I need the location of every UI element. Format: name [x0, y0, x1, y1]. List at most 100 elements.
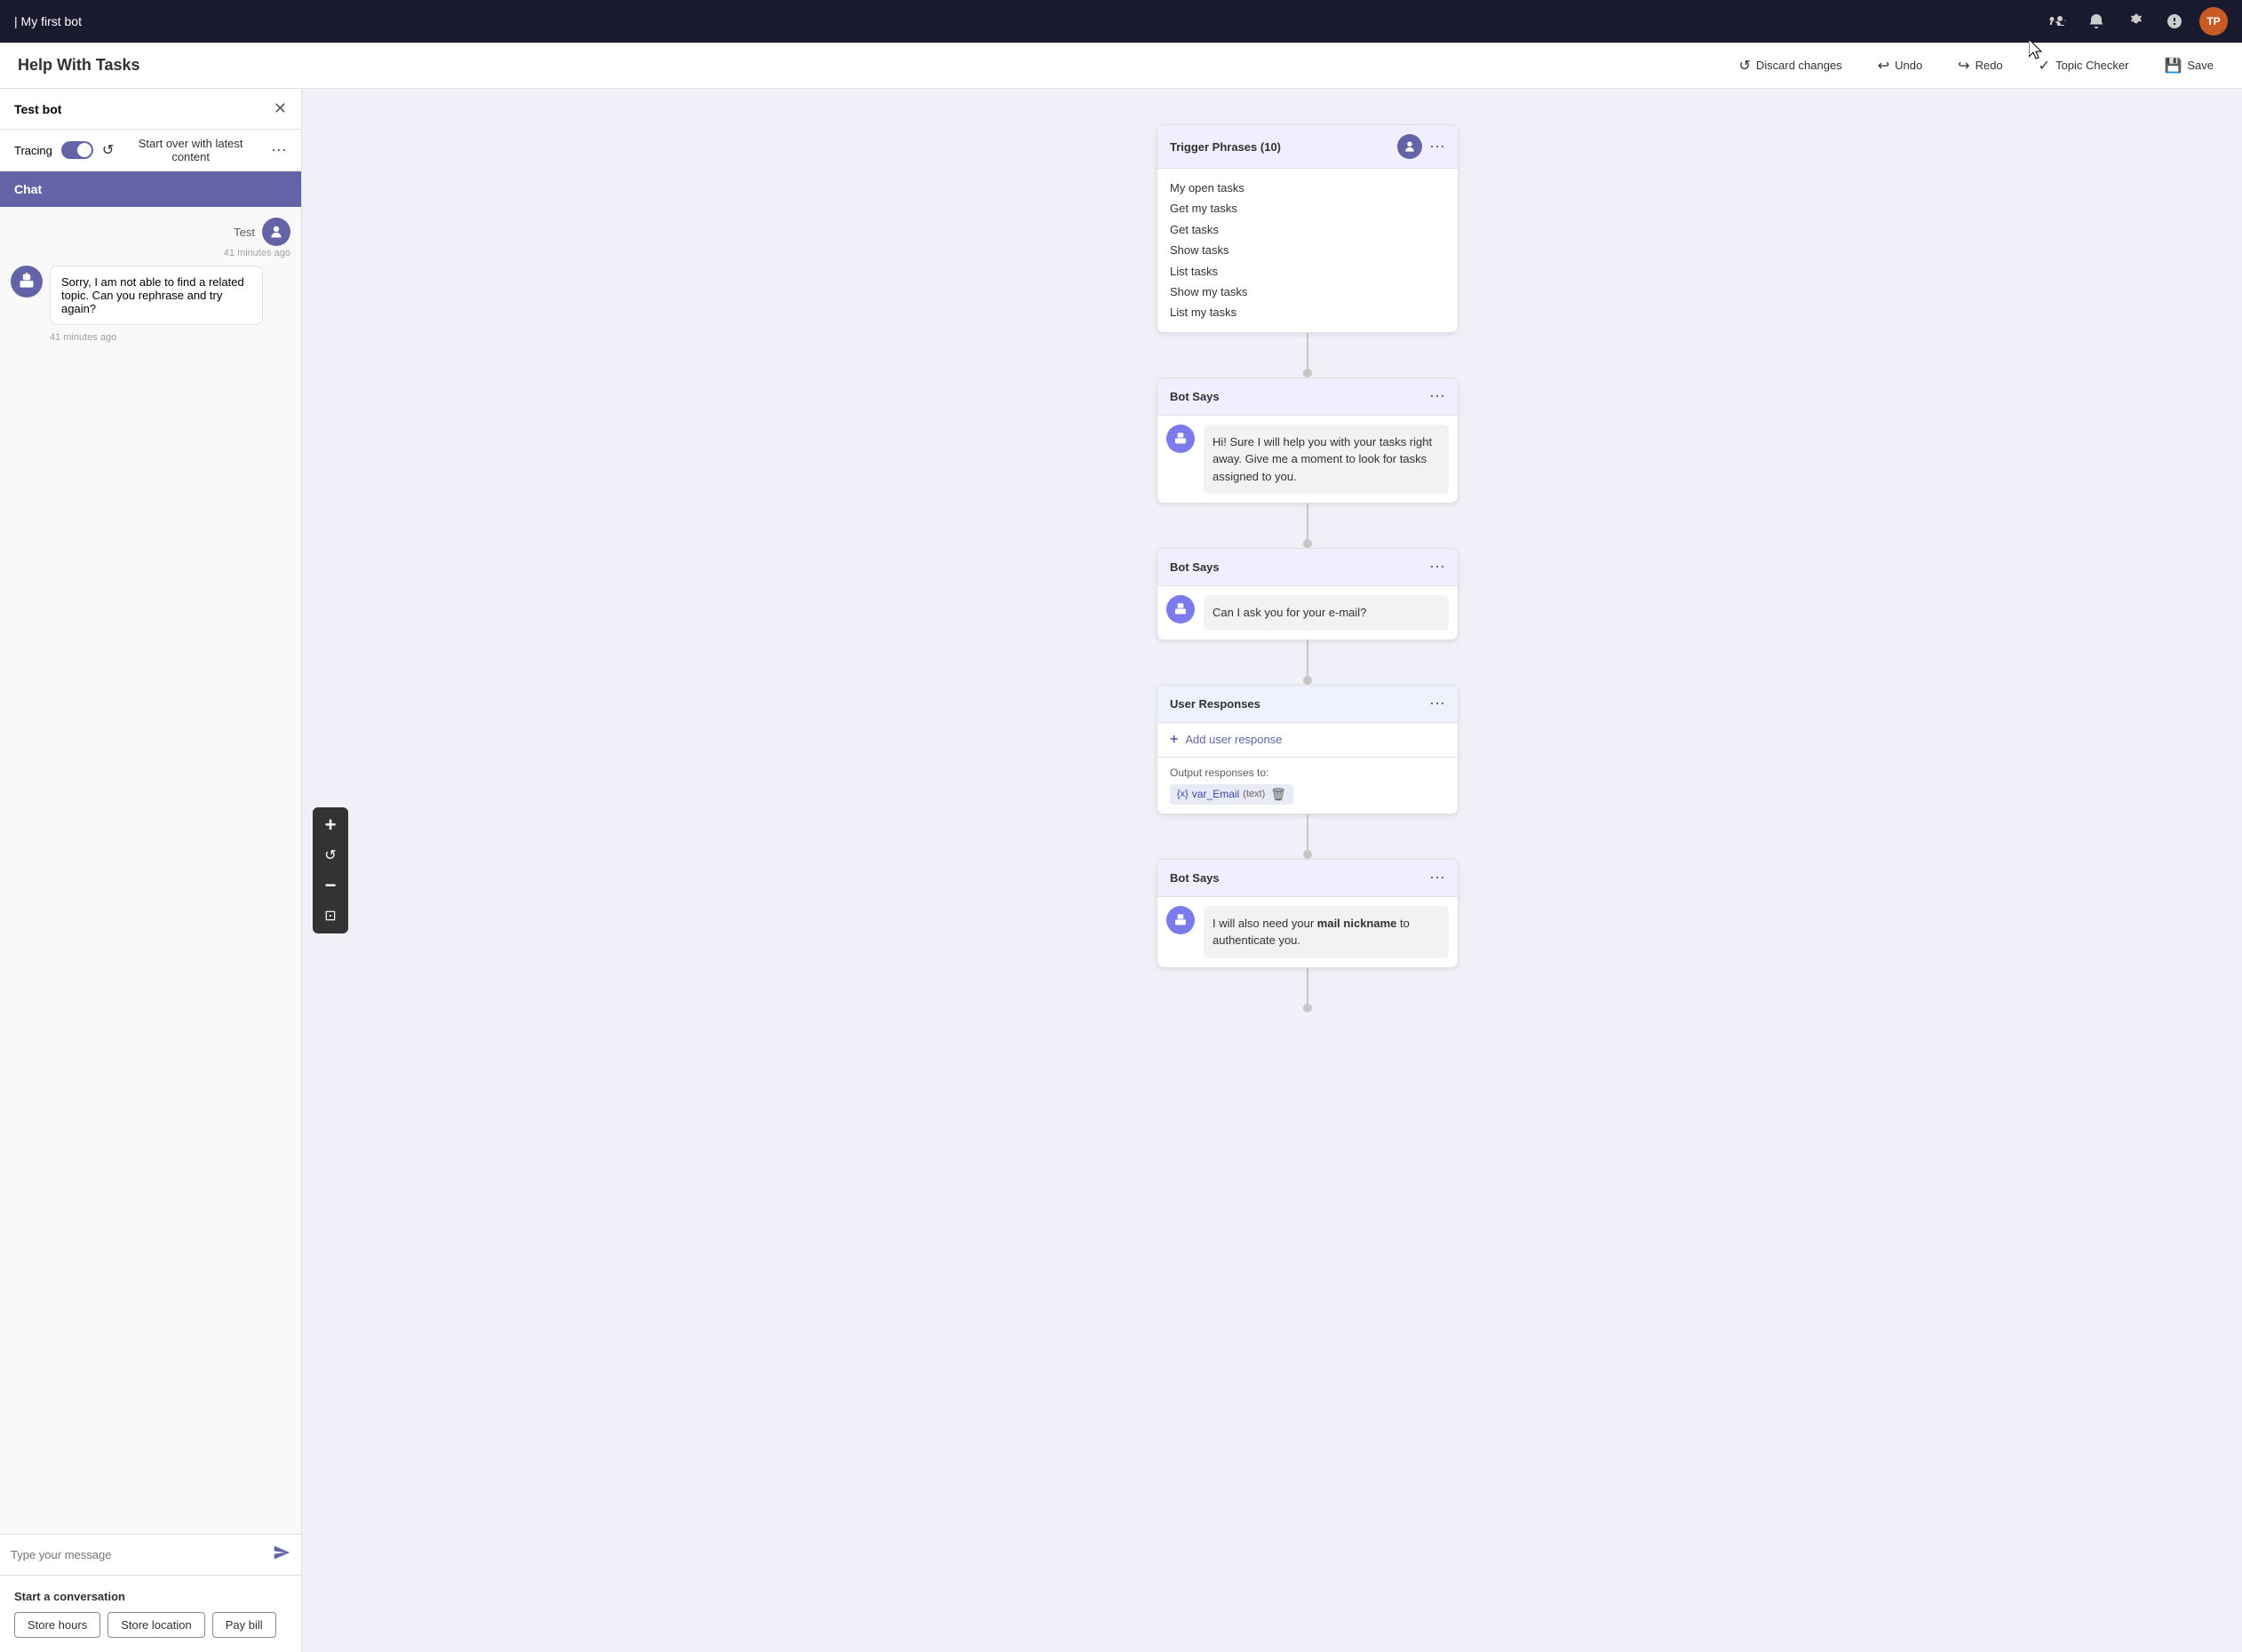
add-user-response-button[interactable]: + Add user response [1157, 723, 1458, 757]
chat-header: Chat [0, 171, 301, 207]
bot-says-node-3: Bot Says ⋯ I will also need your mail ni… [1157, 859, 1459, 968]
sub-header: Help With Tasks ↺ Discard changes ↩ Undo… [0, 43, 2242, 89]
bot-says-2-more-button[interactable]: ⋯ [1429, 558, 1445, 576]
tracing-toggle[interactable] [61, 141, 93, 159]
store-hours-button[interactable]: Store hours [14, 1612, 100, 1638]
bot-says-3-avatar [1166, 906, 1195, 934]
connector-5 [1307, 968, 1308, 1004]
output-section: Output responses to: {x} var_Email (text… [1157, 757, 1458, 814]
chat-message-bot: Sorry, I am not able to find a related t… [11, 266, 290, 325]
bot-message-text: Sorry, I am not able to find a related t… [61, 275, 244, 315]
bot-says-1-avatar [1166, 425, 1195, 453]
user-responses-more-button[interactable]: ⋯ [1429, 695, 1445, 713]
connector-dot-1 [1303, 369, 1312, 377]
save-button[interactable]: 💾 Save [2153, 52, 2224, 80]
list-item: Get my tasks [1170, 198, 1445, 218]
bot-says-2-text: Can I ask you for your e-mail? [1204, 595, 1449, 631]
help-icon[interactable] [2160, 7, 2189, 36]
user-avatar-chat [262, 218, 290, 246]
connector-dot-2 [1303, 539, 1312, 548]
trigger-node-content: My open tasks Get my tasks Get tasks Sho… [1157, 169, 1458, 332]
tracing-bar: Tracing ↺ Start over with latest content… [0, 130, 301, 171]
delete-var-button[interactable]: 🗑 [1270, 787, 1286, 802]
bot-says-3-title: Bot Says [1170, 871, 1220, 885]
tracing-label: Tracing [14, 144, 52, 157]
output-var: {x} var_Email (text) 🗑 [1170, 784, 1293, 805]
zoom-out-button[interactable]: − [316, 871, 345, 900]
chat-area[interactable]: Test 41 minutes ago Sorry, I am not able… [0, 207, 301, 1534]
tracing-more-icon[interactable]: ⋯ [271, 141, 287, 160]
bot-bubble: Sorry, I am not able to find a related t… [50, 266, 263, 325]
bot-says-3-more-button[interactable]: ⋯ [1429, 869, 1445, 887]
trigger-phrase-list: My open tasks Get my tasks Get tasks Sho… [1170, 178, 1445, 323]
var-name: var_Email [1192, 788, 1239, 800]
list-item: List tasks [1170, 261, 1445, 282]
conversation-buttons: Store hours Store location Pay bill [14, 1612, 287, 1638]
user-message-timestamp: 41 minutes ago [224, 248, 290, 258]
test-panel-header: Test bot ✕ [0, 89, 301, 130]
send-button[interactable] [273, 1544, 290, 1566]
connector-1 [1307, 333, 1308, 369]
chat-message-user: Test 41 minutes ago [11, 218, 290, 258]
discard-changes-button[interactable]: ↺ Discard changes [1728, 52, 1852, 80]
undo-icon: ↩ [1878, 57, 1889, 75]
flow-node-wrapper: Trigger Phrases (10) ⋯ My open tasks Get… [409, 124, 2206, 1013]
connector-3 [1307, 640, 1308, 676]
bot-says-1-content: Hi! Sure I will help you with your tasks… [1157, 416, 1458, 504]
var-icon: {x} [1177, 789, 1189, 799]
bot-message-timestamp: 41 minutes ago [11, 332, 290, 343]
bot-says-1-text: Hi! Sure I will help you with your tasks… [1204, 425, 1449, 495]
reset-view-button[interactable]: ↺ [316, 841, 345, 870]
page-title: Help With Tasks [18, 56, 1713, 75]
user-responses-title: User Responses [1170, 697, 1260, 711]
people-icon[interactable] [2043, 7, 2071, 36]
connector-dot-5 [1303, 1004, 1312, 1013]
list-item: List my tasks [1170, 302, 1445, 322]
bot-says-3-header: Bot Says ⋯ [1157, 860, 1458, 897]
fit-view-button[interactable]: ⊡ [316, 901, 345, 930]
list-item: Show my tasks [1170, 282, 1445, 302]
bot-says-3-content: I will also need your mail nickname to a… [1157, 897, 1458, 967]
start-over-button[interactable]: ↺ Start over with latest content [102, 137, 262, 163]
bell-icon[interactable] [2082, 7, 2111, 36]
bot-says-3-text: I will also need your mail nickname to a… [1204, 906, 1449, 958]
connector-dot-3 [1303, 676, 1312, 685]
topic-checker-button[interactable]: ✓ Topic Checker [2028, 52, 2140, 80]
bot-says-1-title: Bot Says [1170, 390, 1220, 403]
user-responses-node: User Responses ⋯ + Add user response Out… [1157, 685, 1459, 814]
connector-2 [1307, 504, 1308, 539]
main-layout: Test bot ✕ Tracing ↺ Start over with lat… [0, 89, 2242, 1652]
test-panel-close-button[interactable]: ✕ [274, 99, 287, 118]
start-conversation: Start a conversation Store hours Store l… [0, 1575, 301, 1652]
zoom-controls: + ↺ − ⊡ [313, 807, 348, 933]
undo-button[interactable]: ↩ Undo [1867, 52, 1933, 80]
list-item: Show tasks [1170, 240, 1445, 260]
user-responses-header: User Responses ⋯ [1157, 686, 1458, 723]
bot-says-1-more-button[interactable]: ⋯ [1429, 387, 1445, 406]
test-panel: Test bot ✕ Tracing ↺ Start over with lat… [0, 89, 302, 1652]
topic-checker-icon: ✓ [2039, 57, 2050, 75]
add-response-label: Add user response [1185, 733, 1282, 746]
trigger-user-icon [1397, 134, 1422, 159]
bot-says-2-title: Bot Says [1170, 560, 1220, 574]
trigger-more-button[interactable]: ⋯ [1429, 138, 1445, 156]
start-conversation-label: Start a conversation [14, 1590, 287, 1603]
list-item: My open tasks [1170, 178, 1445, 198]
user-avatar[interactable]: TP [2199, 7, 2228, 36]
settings-icon[interactable] [2121, 7, 2150, 36]
chat-input[interactable] [11, 1548, 273, 1561]
pay-bill-button[interactable]: Pay bill [212, 1612, 276, 1638]
refresh-icon: ↺ [102, 141, 114, 159]
connector-4 [1307, 814, 1308, 850]
redo-icon: ↪ [1958, 57, 1969, 75]
zoom-in-button[interactable]: + [316, 811, 345, 839]
discard-icon: ↺ [1738, 57, 1750, 75]
store-location-button[interactable]: Store location [107, 1612, 205, 1638]
plus-icon: + [1170, 732, 1178, 748]
test-panel-title: Test bot [14, 102, 274, 116]
trigger-phrases-node: Trigger Phrases (10) ⋯ My open tasks Get… [1157, 124, 1459, 333]
chat-input-area [0, 1534, 301, 1575]
redo-button[interactable]: ↪ Redo [1947, 52, 2013, 80]
bot-says-2-avatar [1166, 595, 1195, 623]
trigger-node-title: Trigger Phrases (10) [1170, 140, 1281, 154]
